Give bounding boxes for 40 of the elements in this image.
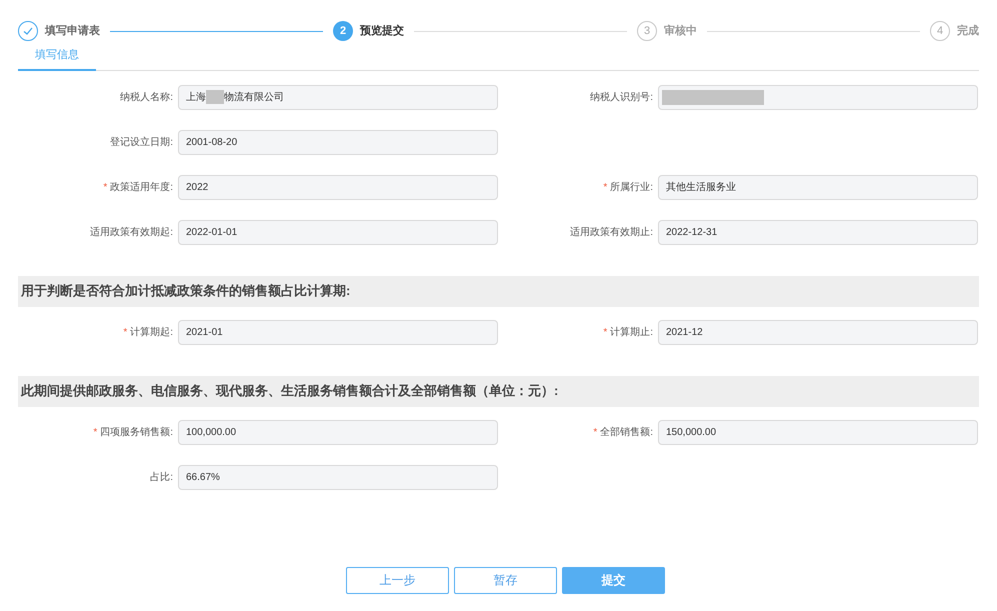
- field-label: 占比:: [150, 470, 173, 484]
- input-field[interactable]: 2021-01: [178, 320, 498, 344]
- field-label: 全部销售额:: [600, 426, 653, 440]
- required-mark: *: [103, 180, 108, 194]
- required-mark: *: [603, 180, 608, 194]
- field-label: 计算期起:: [130, 326, 173, 340]
- step-label: 填写申请表: [45, 24, 100, 39]
- field-label: 适用政策有效期止:: [570, 226, 653, 240]
- field-label: 登记设立日期:: [110, 136, 173, 150]
- field-label: 纳税人名称:: [120, 90, 173, 104]
- field-label: 纳税人识别号:: [590, 90, 653, 104]
- field-label: 计算期止:: [610, 326, 653, 340]
- input-field[interactable]: 2001-08-20: [178, 130, 498, 154]
- field-label: 适用政策有效期起:: [90, 226, 173, 240]
- step-number: 4: [930, 21, 950, 41]
- step-label: 审核中: [664, 24, 697, 39]
- section-heading: 此期间提供邮政服务、电信服务、现代服务、生活服务销售额合计及全部销售额（单位：元）:: [18, 376, 979, 406]
- required-mark: *: [123, 326, 128, 340]
- input-field[interactable]: 其他生活服务业: [658, 174, 978, 200]
- field-label: 政策适用年度:: [110, 180, 173, 194]
- step-label: 完成: [957, 24, 979, 39]
- input-field[interactable]: 66.67%: [178, 464, 498, 490]
- input-field[interactable]: 100,000.00: [178, 420, 498, 444]
- step-number: 3: [637, 21, 657, 41]
- input-field[interactable]: 2022-12-31: [658, 220, 978, 244]
- section-heading: 用于判断是否符合加计抵减政策条件的销售额占比计算期:: [18, 276, 979, 306]
- input-field[interactable]: 2022-01-01: [178, 220, 498, 244]
- required-mark: *: [93, 426, 98, 440]
- input-field[interactable]: 2022: [178, 174, 498, 200]
- step-number: 2: [333, 21, 353, 41]
- input-field[interactable]: 150,000.00: [658, 420, 978, 444]
- input-field[interactable]: 上海 物流有限公司: [178, 84, 498, 110]
- field-label: 所属行业:: [610, 180, 653, 194]
- field-label: 四项服务销售额:: [100, 426, 173, 440]
- input-field[interactable]: 2021-12: [658, 320, 978, 344]
- input-field[interactable]: [658, 84, 978, 110]
- redaction-block: [206, 90, 224, 104]
- step-label: 预览提交: [360, 24, 404, 39]
- required-mark: *: [593, 426, 598, 440]
- required-mark: *: [603, 326, 608, 340]
